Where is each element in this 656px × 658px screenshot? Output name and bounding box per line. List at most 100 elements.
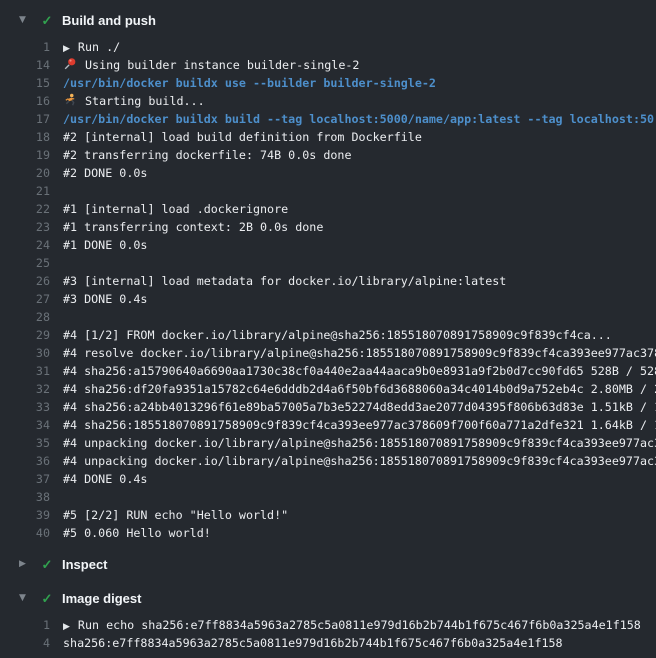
chevron-right-icon[interactable]: ▶ <box>19 560 33 569</box>
log-line: 1 ▶ Run echo sha256:e7ff8834a5963a2785c5a0… <box>0 616 656 634</box>
log-text-content: #1 DONE 0.0s <box>63 238 147 252</box>
log-line: 15/usr/bin/docker buildx use --builder b… <box>0 74 656 92</box>
log-text: #2 transferring dockerfile: 74B 0.0s don… <box>63 146 352 164</box>
log-line: 17/usr/bin/docker buildx build --tag loc… <box>0 110 656 128</box>
log-text: #2 DONE 0.0s <box>63 164 147 182</box>
log-text: #3 [internal] load metadata for docker.i… <box>63 272 506 290</box>
line-number[interactable]: 38 <box>0 488 50 506</box>
log-text-content: #5 [2/2] RUN echo "Hello world!" <box>63 508 288 522</box>
log-text: #4 unpacking docker.io/library/alpine@sh… <box>63 434 656 452</box>
log-text-content: Using builder instance builder-single-2 <box>85 58 359 72</box>
log-line: 26 #3 [internal] load metadata for docker… <box>0 272 656 290</box>
log-text-content: #4 sha256:df20fa9351a15782c64e6dddb2d4a6… <box>63 382 656 396</box>
line-number[interactable]: 23 <box>0 218 50 236</box>
log-line: 14 Using builder instance builder-single-… <box>0 56 656 74</box>
log-line: 22#1 [internal] load .dockerignore <box>0 200 656 218</box>
line-number[interactable]: 36 <box>0 452 50 470</box>
line-number[interactable]: 18 <box>0 128 50 146</box>
line-number[interactable]: 29 <box>0 326 50 344</box>
log-text-content: sha256:e7ff8834a5963a2785c5a0811e979d16b… <box>63 636 563 650</box>
line-number[interactable]: 1 <box>0 38 50 56</box>
log-line: 40 #5 0.060 Hello world! <box>0 524 656 542</box>
line-number[interactable]: 22 <box>0 200 50 218</box>
line-number[interactable]: 30 <box>0 344 50 362</box>
log-line: 23#1 transferring context: 2B 0.0s done <box>0 218 656 236</box>
section-header-image-digest[interactable]: ▼ ✓ Image digest <box>0 586 656 610</box>
line-number[interactable]: 14 <box>0 56 50 74</box>
actions-log: ▼ ✓ Build and push 1▶Run ./14Using build… <box>0 0 656 652</box>
log-text: #4 DONE 0.4s <box>63 470 147 488</box>
log-line: 21 <box>0 182 656 200</box>
line-number[interactable]: 40 <box>0 524 50 542</box>
line-number[interactable]: 25 <box>0 254 50 272</box>
line-number[interactable]: 20 <box>0 164 50 182</box>
line-number[interactable]: 34 <box>0 416 50 434</box>
log-text-content: #4 unpacking docker.io/library/alpine@sh… <box>63 454 656 468</box>
log-text-content: #4 DONE 0.4s <box>63 472 147 486</box>
log-text-content: #4 sha256:a24bb4013296f61e89ba57005a7b3e… <box>63 400 656 414</box>
chevron-down-icon[interactable]: ▼ <box>19 16 33 25</box>
log-line: 16 Starting build... <box>0 92 656 110</box>
log-text-content: #3 [internal] load metadata for docker.i… <box>63 274 506 288</box>
line-number[interactable]: 17 <box>0 110 50 128</box>
log-text-content: /usr/bin/docker buildx build --tag local… <box>63 112 654 126</box>
section-title-build-and-push: Build and push <box>62 13 156 28</box>
log-line: 29 #4 [1/2] FROM docker.io/library/alpine… <box>0 326 656 344</box>
line-number[interactable]: 24 <box>0 236 50 254</box>
section-title-inspect: Inspect <box>62 557 108 572</box>
line-number[interactable]: 19 <box>0 146 50 164</box>
log-text: #4 sha256:df20fa9351a15782c64e6dddb2d4a6… <box>63 380 656 398</box>
line-number[interactable]: 33 <box>0 398 50 416</box>
line-number[interactable]: 32 <box>0 380 50 398</box>
log-text: #4 [1/2] FROM docker.io/library/alpine@s… <box>63 326 612 344</box>
log-line: 39 #5 [2/2] RUN echo "Hello world!" <box>0 506 656 524</box>
log-text: #1 DONE 0.0s <box>63 236 147 254</box>
log-text-content: #5 0.060 Hello world! <box>63 526 211 540</box>
line-number[interactable]: 27 <box>0 290 50 308</box>
log-text: #5 [2/2] RUN echo "Hello world!" <box>63 506 288 524</box>
pushpin-icon <box>63 57 77 71</box>
line-number[interactable]: 4 <box>0 634 50 652</box>
line-number[interactable]: 28 <box>0 308 50 326</box>
expand-run-icon[interactable]: ▶ <box>63 622 70 632</box>
expand-run-icon[interactable]: ▶ <box>63 44 70 54</box>
log-text: #4 resolve docker.io/library/alpine@sha2… <box>63 344 656 362</box>
log-lines-image-digest: 1 ▶ Run echo sha256:e7ff8834a5963a2785c5a0… <box>0 616 656 652</box>
log-text-content: /usr/bin/docker buildx use --builder bui… <box>63 76 436 90</box>
log-text: Starting build... <box>63 92 205 110</box>
line-number[interactable]: 16 <box>0 92 50 110</box>
runner-icon <box>63 93 77 107</box>
line-number[interactable]: 37 <box>0 470 50 488</box>
line-number[interactable]: 1 <box>0 616 50 634</box>
log-text: sha256:e7ff8834a5963a2785c5a0811e979d16b… <box>63 634 563 652</box>
log-line: 28 <box>0 308 656 326</box>
line-number[interactable]: 31 <box>0 362 50 380</box>
line-number[interactable]: 15 <box>0 74 50 92</box>
log-line: 31 #4 sha256:a15790640a6690aa1730c38cf0a4… <box>0 362 656 380</box>
log-line: 36 #4 unpacking docker.io/library/alpine@… <box>0 452 656 470</box>
log-text-content: #4 resolve docker.io/library/alpine@sha2… <box>63 346 656 360</box>
line-number[interactable]: 26 <box>0 272 50 290</box>
log-text-content: #4 [1/2] FROM docker.io/library/alpine@s… <box>63 328 612 342</box>
log-group-inspect: ▶ ✓ Inspect <box>0 552 656 576</box>
section-header-build-and-push[interactable]: ▼ ✓ Build and push <box>0 8 656 32</box>
log-text: /usr/bin/docker buildx build --tag local… <box>63 110 654 128</box>
log-group-image-digest: ▼ ✓ Image digest 1 ▶ Run echo sha256:e7ff8… <box>0 586 656 652</box>
line-number[interactable]: 35 <box>0 434 50 452</box>
log-text: #4 sha256:a15790640a6690aa1730c38cf0a440… <box>63 362 656 380</box>
section-header-inspect[interactable]: ▶ ✓ Inspect <box>0 552 656 576</box>
log-text-content: #4 unpacking docker.io/library/alpine@sh… <box>63 436 656 450</box>
log-line: 32 #4 sha256:df20fa9351a15782c64e6dddb2d4… <box>0 380 656 398</box>
log-text: #4 sha256:185518070891758909c9f839cf4ca3… <box>63 416 656 434</box>
log-text-content: #2 transferring dockerfile: 74B 0.0s don… <box>63 148 352 162</box>
log-text-content: Run ./ <box>78 40 120 54</box>
success-check-icon: ✓ <box>39 592 55 605</box>
chevron-down-icon[interactable]: ▼ <box>19 594 33 603</box>
line-number[interactable]: 21 <box>0 182 50 200</box>
actions-log-page: { "colors": { "background": "#25292f", "… <box>0 0 656 658</box>
success-check-icon: ✓ <box>39 14 55 27</box>
log-text-content: #2 DONE 0.0s <box>63 166 147 180</box>
log-text-content: Run echo sha256:e7ff8834a5963a2785c5a081… <box>78 618 641 632</box>
line-number[interactable]: 39 <box>0 506 50 524</box>
log-text: #4 sha256:a24bb4013296f61e89ba57005a7b3e… <box>63 398 656 416</box>
